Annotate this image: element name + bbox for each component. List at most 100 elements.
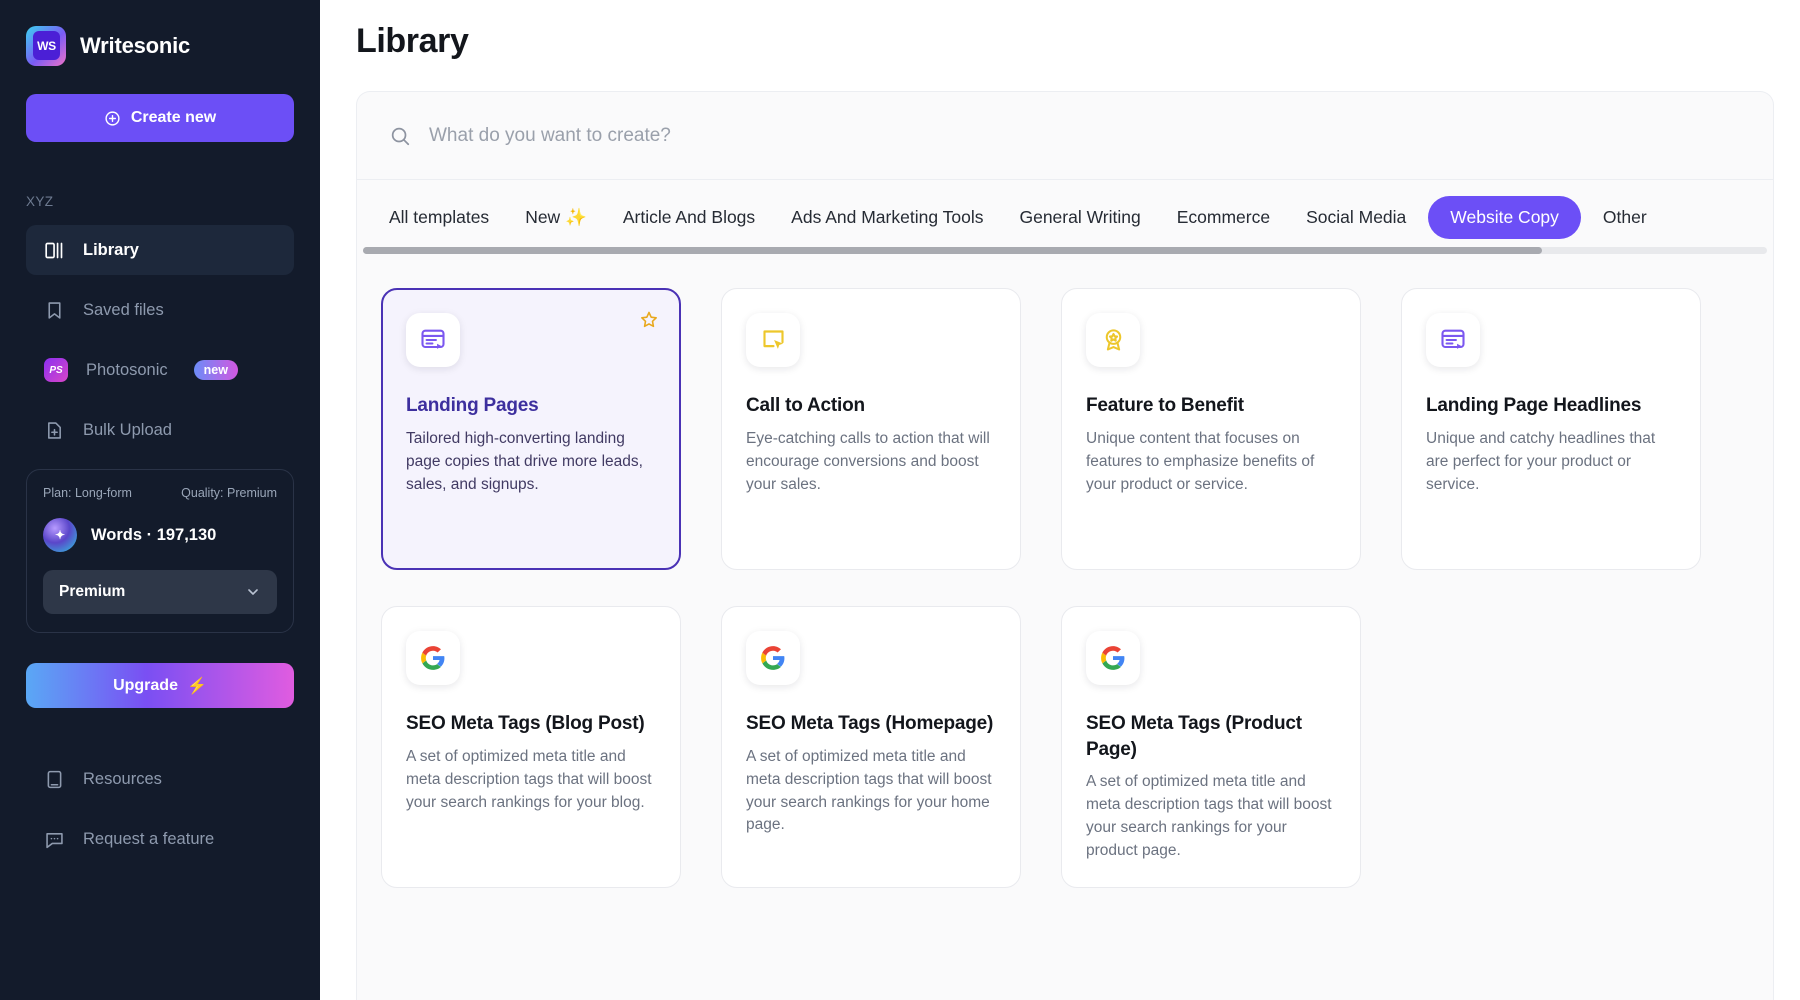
- credits-orb-icon: ✦: [43, 518, 77, 552]
- landing-page-icon: [419, 326, 447, 354]
- primary-nav: Library Saved files PS Photosonic new Bu…: [26, 225, 294, 455]
- tab-label: Ads And Marketing Tools: [791, 207, 983, 227]
- sidebar-item-label: Request a feature: [83, 830, 214, 849]
- template-card-seo-meta-tags-blog-post[interactable]: SEO Meta Tags (Blog Post) A set of optim…: [381, 606, 681, 888]
- card-icon-box: [746, 631, 800, 685]
- plan-usage-card: Plan: Long-form Quality: Premium ✦ Words…: [26, 469, 294, 633]
- sidebar-item-photosonic[interactable]: PS Photosonic new: [26, 345, 294, 395]
- card-description: A set of optimized meta title and meta d…: [746, 746, 996, 838]
- template-card-call-to-action[interactable]: Call to Action Eye-catching calls to act…: [721, 288, 1021, 570]
- category-tabs-wrap: All templates New ✨ Article And Blogs Ad…: [357, 180, 1773, 254]
- tab-article-and-blogs[interactable]: Article And Blogs: [609, 197, 769, 238]
- template-card-seo-meta-tags-homepage[interactable]: SEO Meta Tags (Homepage) A set of optimi…: [721, 606, 1021, 888]
- card-description: Tailored high-converting landing page co…: [406, 428, 656, 497]
- quality-select[interactable]: Premium: [43, 570, 277, 614]
- plus-circle-icon: [104, 110, 121, 127]
- star-icon[interactable]: [639, 310, 659, 330]
- card-description: A set of optimized meta title and meta d…: [1086, 771, 1336, 863]
- plan-name: Plan: Long-form: [43, 486, 132, 500]
- tabs-scrollbar[interactable]: [363, 247, 1767, 254]
- sidebar-item-saved-files[interactable]: Saved files: [26, 285, 294, 335]
- new-badge: new: [194, 360, 238, 380]
- template-card-landing-page-headlines[interactable]: Landing Page Headlines Unique and catchy…: [1401, 288, 1701, 570]
- tab-all-templates[interactable]: All templates: [375, 197, 503, 238]
- library-icon: [44, 240, 65, 261]
- tab-social-media[interactable]: Social Media: [1292, 197, 1420, 238]
- card-icon-box: [406, 631, 460, 685]
- template-card-landing-pages[interactable]: Landing Pages Tailored high-converting l…: [381, 288, 681, 570]
- page-title: Library: [320, 0, 1800, 61]
- search-input[interactable]: [429, 125, 1741, 147]
- template-card-feature-to-benefit[interactable]: Feature to Benefit Unique content that f…: [1061, 288, 1361, 570]
- writesonic-logo-icon: WS: [26, 26, 66, 66]
- tab-ecommerce[interactable]: Ecommerce: [1163, 197, 1284, 238]
- tab-other[interactable]: Other: [1589, 197, 1661, 238]
- tab-website-copy[interactable]: Website Copy: [1428, 196, 1581, 239]
- file-plus-icon: [44, 420, 65, 441]
- card-title: Landing Pages: [406, 393, 656, 419]
- google-icon: [420, 645, 446, 671]
- main-content: Library All templates New ✨ Article And …: [320, 0, 1800, 1000]
- search-bar[interactable]: [357, 92, 1773, 180]
- sidebar-item-label: Photosonic: [86, 361, 168, 380]
- app-root: WS Writesonic Create new XYZ Library: [0, 0, 1800, 1000]
- brand: WS Writesonic: [26, 0, 294, 72]
- card-title: SEO Meta Tags (Homepage): [746, 711, 996, 737]
- brand-name: Writesonic: [80, 33, 190, 59]
- chevron-down-icon: [245, 584, 261, 600]
- sidebar-item-bulk-upload[interactable]: Bulk Upload: [26, 405, 294, 455]
- create-new-button[interactable]: Create new: [26, 94, 294, 142]
- card-description: A set of optimized meta title and meta d…: [406, 746, 656, 815]
- card-icon-box: [406, 313, 460, 367]
- tab-label: General Writing: [1019, 207, 1140, 227]
- quality-select-value: Premium: [59, 583, 125, 601]
- tab-label: Website Copy: [1450, 207, 1559, 227]
- bookmark-icon: [44, 300, 65, 321]
- card-icon-box: [746, 313, 800, 367]
- bolt-icon: ⚡: [187, 676, 207, 696]
- card-icon-box: [1086, 631, 1140, 685]
- sidebar-item-resources[interactable]: Resources: [26, 754, 294, 804]
- card-title: SEO Meta Tags (Blog Post): [406, 711, 656, 737]
- words-count: Words · 197,130: [91, 526, 216, 545]
- landing-page-icon: [1439, 326, 1467, 354]
- category-tabs: All templates New ✨ Article And Blogs Ad…: [357, 180, 1773, 254]
- award-badge-icon: [1100, 327, 1127, 354]
- book-icon: [44, 769, 65, 790]
- google-icon: [1100, 645, 1126, 671]
- card-title: Landing Page Headlines: [1426, 393, 1676, 419]
- photosonic-icon: PS: [44, 358, 68, 382]
- sidebar-item-library[interactable]: Library: [26, 225, 294, 275]
- card-icon-box: [1426, 313, 1480, 367]
- tab-label: All templates: [389, 207, 489, 227]
- search-icon: [389, 125, 411, 147]
- plan-info-row: Plan: Long-form Quality: Premium: [43, 486, 277, 500]
- card-title: Feature to Benefit: [1086, 393, 1336, 419]
- google-icon: [760, 645, 786, 671]
- card-title: SEO Meta Tags (Product Page): [1086, 711, 1336, 762]
- tab-label: Article And Blogs: [623, 207, 755, 227]
- upgrade-label: Upgrade: [113, 677, 178, 695]
- card-description: Eye-catching calls to action that will e…: [746, 428, 996, 497]
- tab-label: Ecommerce: [1177, 207, 1270, 227]
- chat-icon: [44, 829, 65, 850]
- tabs-scrollbar-thumb[interactable]: [363, 247, 1542, 254]
- cursor-click-icon: [760, 327, 787, 354]
- logo-mark-text: WS: [33, 31, 60, 60]
- card-description: Unique and catchy headlines that are per…: [1426, 428, 1676, 497]
- tab-ads-and-marketing-tools[interactable]: Ads And Marketing Tools: [777, 197, 997, 238]
- sidebar: WS Writesonic Create new XYZ Library: [0, 0, 320, 1000]
- template-card-seo-meta-tags-product-page[interactable]: SEO Meta Tags (Product Page) A set of op…: [1061, 606, 1361, 888]
- tab-label: Other: [1603, 207, 1647, 227]
- tab-label: New: [525, 207, 560, 227]
- library-panel: All templates New ✨ Article And Blogs Ad…: [356, 91, 1774, 1000]
- upgrade-button[interactable]: Upgrade ⚡: [26, 663, 294, 708]
- sidebar-item-label: Bulk Upload: [83, 421, 172, 440]
- tab-label: Social Media: [1306, 207, 1406, 227]
- sidebar-item-request-feature[interactable]: Request a feature: [26, 814, 294, 864]
- tab-new[interactable]: New ✨: [511, 197, 601, 238]
- card-description: Unique content that focuses on features …: [1086, 428, 1336, 497]
- create-new-label: Create new: [131, 109, 216, 127]
- tab-general-writing[interactable]: General Writing: [1005, 197, 1154, 238]
- sidebar-item-label: Resources: [83, 770, 162, 789]
